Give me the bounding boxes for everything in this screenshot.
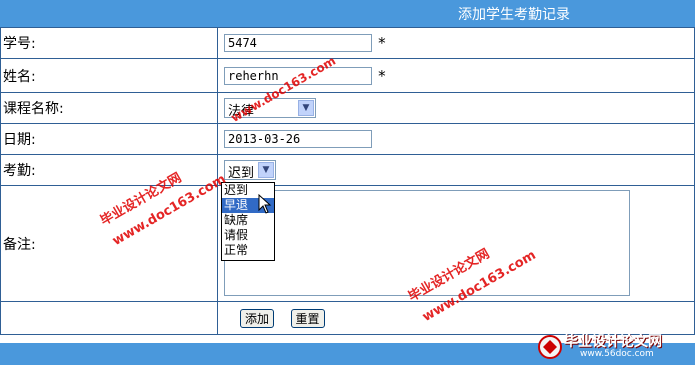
date-label: 日期: <box>0 123 218 155</box>
title-bar: 添加学生考勤记录 <box>0 0 695 27</box>
required-mark: * <box>378 34 386 52</box>
course-select[interactable]: 法律 ▼ <box>224 98 316 119</box>
student-id-label: 学号: <box>0 27 218 59</box>
logo-icon <box>538 335 562 359</box>
remark-textarea[interactable] <box>224 189 630 296</box>
attendance-select[interactable]: 迟到 ▼ <box>224 160 276 181</box>
student-id-cell: * <box>217 27 695 59</box>
attendance-select-value: 迟到 <box>228 166 255 181</box>
course-label: 课程名称: <box>0 92 218 124</box>
mouse-cursor-icon <box>258 194 272 214</box>
date-cell <box>217 123 695 155</box>
remark-cell <box>217 185 695 302</box>
required-mark: * <box>378 66 386 85</box>
logo-title: 毕业设计论文网 <box>564 334 662 350</box>
remark-label: 备注: <box>0 185 218 302</box>
name-label: 姓名: <box>0 58 218 93</box>
attendance-option[interactable]: 请假 <box>222 228 274 243</box>
name-cell: * <box>217 58 695 93</box>
attendance-option[interactable]: 正常 <box>222 243 274 258</box>
date-input[interactable] <box>224 130 372 148</box>
student-id-input[interactable] <box>224 34 372 52</box>
attendance-cell: 迟到 ▼ <box>217 154 695 186</box>
reset-button[interactable]: 重置 <box>290 308 325 328</box>
course-cell: 法律 ▼ <box>217 92 695 124</box>
page-title: 添加学生考勤记录 <box>458 7 570 23</box>
name-input[interactable] <box>224 66 372 85</box>
course-select-value: 法律 <box>228 104 255 119</box>
attendance-label: 考勤: <box>0 154 218 186</box>
site-logo: 毕业设计论文网 www.56doc.com <box>536 330 692 364</box>
attendance-form: 学号: * 姓名: * 课程名称: 法律 ▼ 日期: 考勤: 迟到 <box>0 27 695 335</box>
chevron-down-icon[interactable]: ▼ <box>298 100 314 116</box>
logo-url: www.56doc.com <box>580 349 654 359</box>
empty-cell <box>0 301 218 335</box>
chevron-down-icon[interactable]: ▼ <box>258 162 274 178</box>
add-button[interactable]: 添加 <box>240 308 275 328</box>
attendance-option[interactable]: 缺席 <box>222 213 274 228</box>
